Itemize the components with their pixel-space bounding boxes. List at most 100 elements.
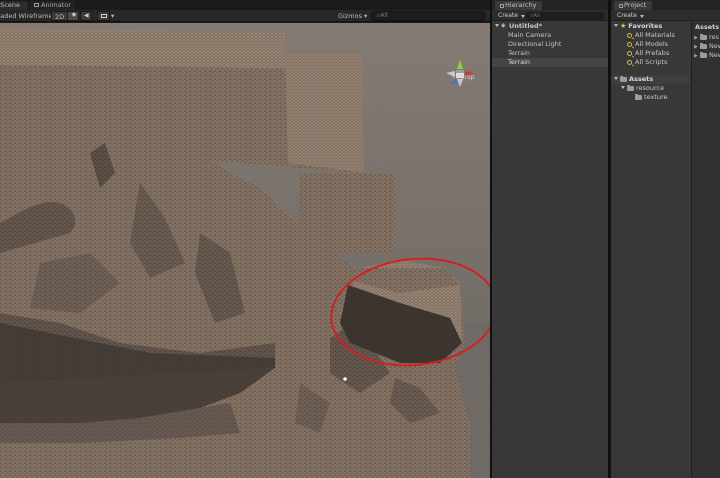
gizmos-label: Gizmos xyxy=(338,12,362,20)
gizmos-dropdown[interactable]: Gizmos ▾ xyxy=(338,11,367,21)
hierarchy-create-dropdown[interactable]: Create xyxy=(498,11,525,20)
audio-toggle-button[interactable]: ◀ xyxy=(80,11,92,21)
animator-icon xyxy=(34,3,39,7)
asset-item[interactable]: ▶ res xyxy=(694,33,719,41)
chevron-down-icon xyxy=(614,77,618,80)
tab-hierarchy-label: Hierarchy xyxy=(505,1,537,9)
hierarchy-search-placeholder: All xyxy=(533,13,540,19)
favorites-item-label: All Scripts xyxy=(635,58,668,66)
scene-toolbar: Shaded Wireframe ▾ 2D ✷ ◀ ▾ Gizmos ▾ ⌕Al… xyxy=(0,10,490,22)
hierarchy-tree: ◈ Untitled* Main Camera Directional Light… xyxy=(492,22,608,67)
toggle-2d-label: 2D xyxy=(55,13,65,21)
list-icon xyxy=(500,4,504,8)
tab-scene[interactable]: Scene xyxy=(0,1,28,10)
search-icon xyxy=(627,59,632,65)
hierarchy-item-label: Terrain xyxy=(508,58,531,66)
tab-scene-label: Scene xyxy=(0,1,20,9)
render-mode-label: Shaded Wireframe xyxy=(0,12,53,20)
folder-icon xyxy=(620,75,627,82)
effects-toggle-button[interactable] xyxy=(97,11,110,21)
folder-icon xyxy=(699,51,707,58)
lighting-toggle-button[interactable]: ✷ xyxy=(67,11,79,21)
favorites-item-label: All Prefabs xyxy=(635,49,670,57)
speaker-icon: ◀ xyxy=(84,12,89,19)
favorites-item-label: All Models xyxy=(635,40,669,48)
hierarchy-item-label: Terrain xyxy=(508,49,531,57)
chevron-down-icon xyxy=(614,24,618,27)
folder-icon xyxy=(627,84,634,91)
project-create-label: Create xyxy=(617,12,637,19)
folder-resource-label: resource xyxy=(636,84,665,92)
chevron-right-icon: ▶ xyxy=(694,35,698,41)
asset-item-label: New xyxy=(708,42,720,50)
persp-label[interactable]: ‹ Persp xyxy=(452,73,475,81)
favorites-label: Favorites xyxy=(628,22,663,30)
chevron-down-icon: ▾ xyxy=(364,12,368,20)
folder-tab-icon xyxy=(619,4,623,8)
chevron-down-icon xyxy=(621,86,625,89)
tab-project[interactable]: Project xyxy=(614,1,653,10)
project-folder-tree: ★ Favorites All Materials All Models All … xyxy=(611,22,690,478)
chevron-right-icon: ▶ xyxy=(694,44,698,50)
render-mode-dropdown[interactable]: Shaded Wireframe ▾ xyxy=(0,11,58,21)
hierarchy-item-label: Main Camera xyxy=(508,31,552,39)
chevron-right-icon: ▶ xyxy=(694,53,698,59)
hierarchy-search-input[interactable]: ⌕All xyxy=(525,12,605,20)
tab-animator-label: Animator xyxy=(41,1,71,9)
asset-item-label: res xyxy=(708,33,719,41)
asset-item[interactable]: ▶ New xyxy=(694,42,720,50)
project-create-dropdown[interactable]: Create xyxy=(617,11,644,20)
assets-list-header: Assets xyxy=(695,23,720,31)
assets-label: Assets xyxy=(629,75,654,83)
search-icon xyxy=(627,41,632,47)
hierarchy-create-label: Create xyxy=(498,12,518,19)
favorites-header[interactable]: ★ Favorites xyxy=(611,22,690,31)
project-panel: Project Create ★ Favorites All Materials … xyxy=(611,0,720,478)
scene-search-input[interactable]: ⌕All xyxy=(370,11,486,21)
unity-scene-icon: ◈ xyxy=(501,22,506,29)
assets-folder[interactable]: Assets xyxy=(611,75,690,84)
persp-text: Persp xyxy=(456,73,475,81)
favorites-item-all-prefabs[interactable]: All Prefabs xyxy=(611,49,690,58)
asset-item[interactable]: ▶ New xyxy=(694,51,720,59)
image-icon xyxy=(101,14,107,18)
folder-texture-label: texture xyxy=(644,93,668,101)
favorites-item-all-materials[interactable]: All Materials xyxy=(611,31,690,40)
effects-dropdown[interactable]: ▾ xyxy=(111,11,114,21)
folder-texture[interactable]: texture xyxy=(611,93,690,102)
tab-project-label: Project xyxy=(624,1,647,9)
tab-hierarchy[interactable]: Hierarchy xyxy=(495,1,543,10)
hierarchy-item-terrain[interactable]: Terrain xyxy=(492,49,608,58)
scene-tab-bar: Scene Animator xyxy=(0,0,490,10)
tab-animator[interactable]: Animator xyxy=(30,1,75,10)
hierarchy-item-directional-light[interactable]: Directional Light xyxy=(492,40,608,49)
star-icon: ★ xyxy=(620,21,627,30)
hierarchy-item-label: Directional Light xyxy=(508,40,562,48)
project-assets-list: Assets ▶ res ▶ New ▶ New xyxy=(691,22,720,478)
favorites-item-all-models[interactable]: All Models xyxy=(611,40,690,49)
project-toolbar: Create xyxy=(611,10,720,21)
persp-arrow-icon: ‹ xyxy=(452,73,455,81)
toggle-2d-button[interactable]: 2D xyxy=(51,11,69,21)
chevron-down-icon: ▾ xyxy=(111,12,115,20)
sun-icon: ✷ xyxy=(71,11,77,19)
scene-view-panel: Scene Animator Shaded Wireframe ▾ 2D ✷ ◀… xyxy=(0,0,490,478)
scene-root-label: Untitled* xyxy=(509,22,543,30)
scene-viewport[interactable]: ‹ Persp xyxy=(0,23,490,478)
hierarchy-item-terrain-selected[interactable]: Terrain xyxy=(492,58,608,67)
hierarchy-tab-bar: Hierarchy xyxy=(492,0,608,10)
asset-item-label: New xyxy=(708,51,720,59)
favorites-item-label: All Materials xyxy=(635,31,675,39)
folder-icon xyxy=(699,33,707,40)
scene-root-item[interactable]: ◈ Untitled* xyxy=(492,22,608,31)
chevron-down-icon xyxy=(495,24,499,27)
hierarchy-item-main-camera[interactable]: Main Camera xyxy=(492,31,608,40)
search-icon xyxy=(627,50,632,56)
project-tab-bar: Project xyxy=(611,0,720,10)
search-icon xyxy=(627,32,632,38)
folder-icon xyxy=(635,93,642,100)
terrain-render xyxy=(0,23,490,478)
favorites-item-all-scripts[interactable]: All Scripts xyxy=(611,58,690,67)
folder-resource[interactable]: resource xyxy=(611,84,690,93)
